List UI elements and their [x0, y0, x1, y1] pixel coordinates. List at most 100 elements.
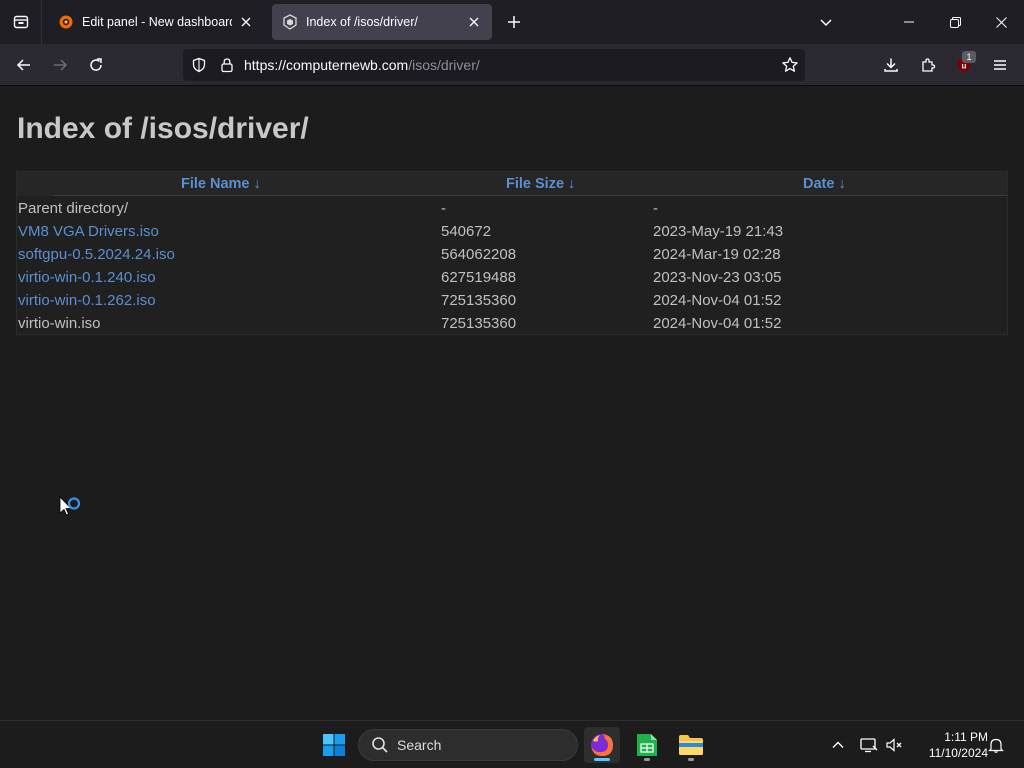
reload-icon [90, 58, 102, 71]
notifications-button[interactable] [984, 733, 1008, 757]
file-name-link[interactable]: virtio-win.iso [18, 315, 101, 332]
file-date: 2024-Nov-04 01:52 [653, 292, 782, 309]
reload-button[interactable] [82, 51, 110, 79]
puzzle-piece-icon [922, 58, 936, 72]
file-name-link[interactable]: Parent directory/ [18, 200, 128, 217]
navigation-toolbar: https://computernewb.com/isos/driver/ u [0, 44, 1024, 86]
file-listing-table: File Name ↓ File Size ↓ Date ↓ Parent di… [16, 171, 1008, 335]
start-button[interactable] [316, 727, 352, 763]
firefox-view-button[interactable] [0, 0, 42, 44]
table-row: virtio-win.iso 725135360 2024-Nov-04 01:… [17, 312, 1007, 335]
tab-index-of-isos-driver[interactable]: Index of /isos/driver/ [272, 4, 492, 40]
forward-button[interactable] [46, 51, 74, 79]
table-row: softgpu-0.5.2024.24.iso 564062208 2024-M… [17, 243, 1007, 266]
bookmark-star-icon[interactable] [781, 56, 799, 74]
url-bar[interactable]: https://computernewb.com/isos/driver/ [183, 49, 805, 81]
tab-edit-panel[interactable]: Edit panel - New dashboard - D [48, 4, 264, 40]
file-date: 2023-Nov-23 03:05 [653, 269, 782, 286]
download-icon [884, 58, 898, 72]
volume-button[interactable] [883, 733, 907, 757]
taskbar-firefox[interactable] [584, 727, 620, 763]
url-text[interactable]: https://computernewb.com/isos/driver/ [244, 57, 480, 73]
spreadsheet-icon [637, 734, 657, 756]
url-host: https://computernewb.com [244, 57, 409, 73]
file-date: 2023-May-19 21:43 [653, 223, 784, 240]
minimize-icon [904, 21, 914, 23]
search-icon [372, 737, 388, 753]
downloads-button[interactable] [877, 51, 905, 79]
header-divider [53, 195, 1007, 196]
column-header-date[interactable]: Date ↓ [803, 176, 846, 192]
table-header: File Name ↓ File Size ↓ Date ↓ [17, 172, 1007, 196]
tab-strip: Edit panel - New dashboard - D Index of … [0, 0, 1024, 44]
page-title: Index of /isos/driver/ [17, 112, 309, 145]
chevron-up-icon [832, 741, 844, 748]
table-row: VM8 VGA Drivers.iso 540672 2023-May-19 2… [17, 220, 1007, 243]
taskbar-search-box[interactable]: Search [358, 729, 578, 761]
minimize-button[interactable] [886, 0, 932, 44]
running-app-indicator [644, 758, 650, 761]
extension-badge-count: 1 [962, 51, 976, 63]
restore-button[interactable] [932, 0, 978, 44]
back-button[interactable] [10, 51, 38, 79]
tab-title: Index of /isos/driver/ [306, 15, 418, 29]
clock-date: 11/10/2024 [928, 746, 988, 760]
network-monitor-icon [860, 738, 878, 753]
taskbar-spreadsheet-app[interactable] [629, 727, 665, 763]
windows-taskbar: Search 1:11 PM 11/10/2024 [0, 720, 1024, 768]
grafana-icon [58, 14, 74, 30]
firefox-icon [591, 734, 613, 756]
file-date: 2024-Nov-04 01:52 [653, 315, 782, 332]
file-size: 725135360 [441, 315, 517, 332]
file-size: 725135360 [441, 292, 517, 309]
busy-cursor-icon [59, 496, 81, 516]
url-path: /isos/driver/ [408, 57, 480, 73]
chevron-down-icon [820, 19, 832, 27]
column-header-file-size[interactable]: File Size ↓ [506, 176, 575, 192]
running-app-indicator [688, 758, 694, 761]
file-date: 2024-Mar-19 02:28 [653, 246, 781, 263]
restore-icon [949, 16, 961, 28]
speaker-muted-icon [886, 738, 902, 752]
firefox-view-icon [13, 15, 28, 29]
list-all-tabs-button[interactable] [814, 10, 838, 34]
page-favicon-icon [282, 14, 298, 30]
extensions-button[interactable] [914, 51, 942, 79]
show-hidden-icons-button[interactable] [826, 733, 850, 757]
bell-icon [988, 738, 1004, 753]
file-name-link[interactable]: virtio-win-0.1.262.iso [18, 292, 156, 309]
table-row: virtio-win-0.1.262.iso 725135360 2024-No… [17, 289, 1007, 312]
table-row: Parent directory/ - - [17, 197, 1007, 220]
file-name-link[interactable]: VM8 VGA Drivers.iso [18, 223, 159, 240]
plus-icon [508, 16, 520, 28]
clock-time: 1:11 PM [944, 730, 988, 744]
file-date: - [653, 200, 658, 217]
arrow-right-icon [54, 59, 68, 71]
file-size: 627519488 [441, 269, 517, 286]
close-icon [995, 16, 1007, 28]
file-name-link[interactable]: softgpu-0.5.2024.24.iso [18, 246, 175, 263]
close-window-button[interactable] [978, 0, 1024, 44]
close-tab-icon[interactable] [238, 14, 254, 30]
file-size: - [441, 200, 446, 217]
search-label: Search [397, 737, 442, 753]
file-name-link[interactable]: virtio-win-0.1.240.iso [18, 269, 156, 286]
file-size: 564062208 [441, 246, 517, 263]
tab-title: Edit panel - New dashboard - D [82, 15, 232, 29]
column-header-file-name[interactable]: File Name ↓ [181, 176, 261, 192]
table-row: virtio-win-0.1.240.iso 627519488 2023-No… [17, 266, 1007, 289]
arrow-left-icon [16, 59, 30, 71]
active-app-indicator [594, 758, 610, 761]
network-status-button[interactable] [857, 733, 881, 757]
close-tab-icon[interactable] [466, 14, 482, 30]
windows-logo-icon [323, 734, 345, 756]
taskbar-clock[interactable]: 1:11 PM 11/10/2024 [912, 729, 988, 761]
lock-icon[interactable] [219, 57, 235, 73]
tracking-protection-shield-icon[interactable] [191, 57, 207, 73]
hamburger-menu-icon [994, 60, 1006, 70]
app-menu-button[interactable] [986, 51, 1014, 79]
file-size: 540672 [441, 223, 492, 240]
folder-icon [679, 735, 703, 755]
new-tab-button[interactable] [502, 10, 526, 34]
taskbar-file-explorer[interactable] [673, 727, 709, 763]
